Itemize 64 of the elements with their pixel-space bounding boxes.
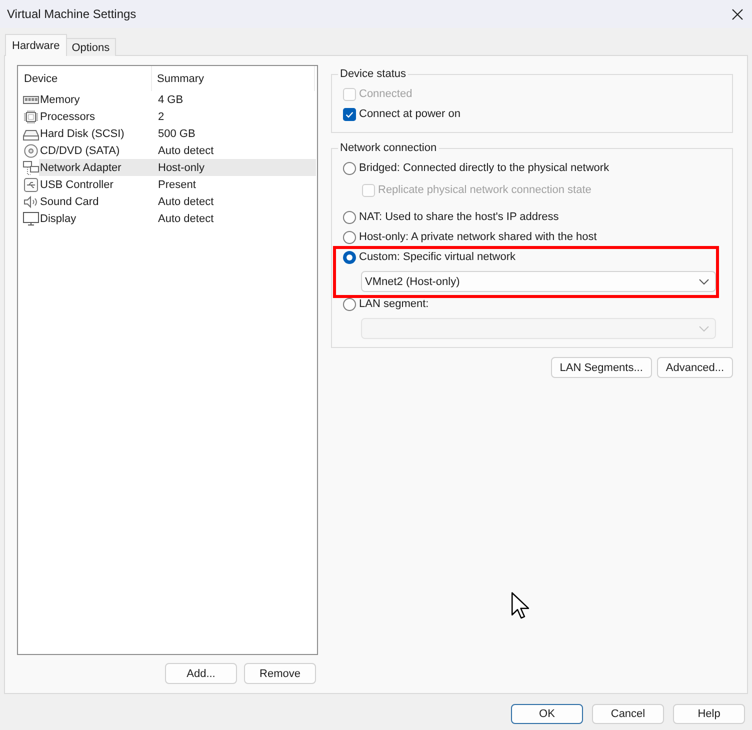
device-name: Network Adapter xyxy=(39,162,122,174)
device-name: Processors xyxy=(39,110,96,122)
device-name: Sound Card xyxy=(39,196,100,208)
device-row[interactable]: Network Adapter Host-only xyxy=(39,159,316,176)
device-summary: 2 xyxy=(158,110,164,122)
speaker-icon xyxy=(23,194,39,208)
mouse-pointer-icon xyxy=(511,592,530,619)
radio-label: Custom: Specific virtual network xyxy=(359,251,516,263)
device-row[interactable]: Sound Card Auto detect xyxy=(39,193,316,210)
radio-label: NAT: Used to share the host's IP address xyxy=(359,211,559,223)
group-title: Device status xyxy=(339,67,408,81)
checkbox-label: Replicate physical network connection state xyxy=(378,184,592,196)
device-name: Memory xyxy=(39,94,81,106)
tab[interactable]: Options xyxy=(66,38,116,56)
device-row[interactable]: CD/DVD (SATA) Auto detect xyxy=(39,142,316,159)
device-row[interactable]: Hard Disk (SCSI) 500 GB xyxy=(39,125,316,142)
dialog-button[interactable]: Help xyxy=(673,704,745,724)
device-row[interactable]: Display Auto detect xyxy=(39,210,316,227)
radio-button[interactable] xyxy=(343,230,356,244)
radio-button[interactable] xyxy=(343,250,356,264)
dropdown[interactable]: VMnet2 (Host-only) xyxy=(361,271,716,292)
network-button[interactable]: LAN Segments... xyxy=(550,357,652,378)
device-name: CD/DVD (SATA) xyxy=(39,144,121,156)
checkbox-label: Connect at power on xyxy=(359,108,461,120)
computers-icon xyxy=(23,160,39,174)
usb-icon xyxy=(23,178,39,192)
device-row[interactable]: Processors 2 xyxy=(39,108,316,125)
chevron-down-icon xyxy=(699,326,709,332)
device-summary: Present xyxy=(158,178,196,190)
close-icon xyxy=(732,8,742,20)
chip-icon xyxy=(23,110,39,124)
dialog-button[interactable]: OK xyxy=(511,704,583,724)
device-summary: Auto detect xyxy=(158,212,214,224)
network-button[interactable]: Advanced... xyxy=(656,357,733,378)
device-summary: Host-only xyxy=(158,162,204,174)
checkbox-label: Connected xyxy=(359,88,412,100)
device-name: USB Controller xyxy=(39,178,114,190)
dialog-button[interactable]: Cancel xyxy=(592,704,664,724)
device-summary: 500 GB xyxy=(158,128,196,140)
radio-button[interactable] xyxy=(343,162,356,174)
group-title: Network connection xyxy=(339,141,438,155)
radio-button[interactable] xyxy=(343,210,356,224)
device-name: Display xyxy=(39,212,78,224)
check-icon xyxy=(346,112,354,118)
window-title: Virtual Machine Settings xyxy=(7,7,138,21)
radio-button[interactable] xyxy=(343,298,356,310)
monitor-icon xyxy=(23,212,39,226)
checkbox[interactable] xyxy=(343,108,356,120)
list-button[interactable]: Add... xyxy=(165,663,237,684)
tab[interactable]: Hardware xyxy=(5,34,67,56)
column-header[interactable]: Summary xyxy=(152,66,315,91)
device-summary: 4 GB xyxy=(158,94,184,106)
radio-label: Bridged: Connected directly to the physical network xyxy=(359,162,610,174)
device-summary: Auto detect xyxy=(158,144,214,156)
device-summary: Auto detect xyxy=(158,196,214,208)
radio-label: Host-only: A private network shared with the host xyxy=(359,231,597,243)
device-row[interactable]: USB Controller Present xyxy=(39,176,316,193)
radio-label: LAN segment: xyxy=(359,298,429,310)
device-row[interactable]: Memory 4 GB xyxy=(39,91,316,108)
device-name: Hard Disk (SCSI) xyxy=(39,128,126,140)
disc-icon xyxy=(23,144,39,158)
list-button[interactable]: Remove xyxy=(244,663,316,684)
column-header[interactable]: Device xyxy=(18,66,152,91)
chevron-down-icon xyxy=(699,278,709,284)
